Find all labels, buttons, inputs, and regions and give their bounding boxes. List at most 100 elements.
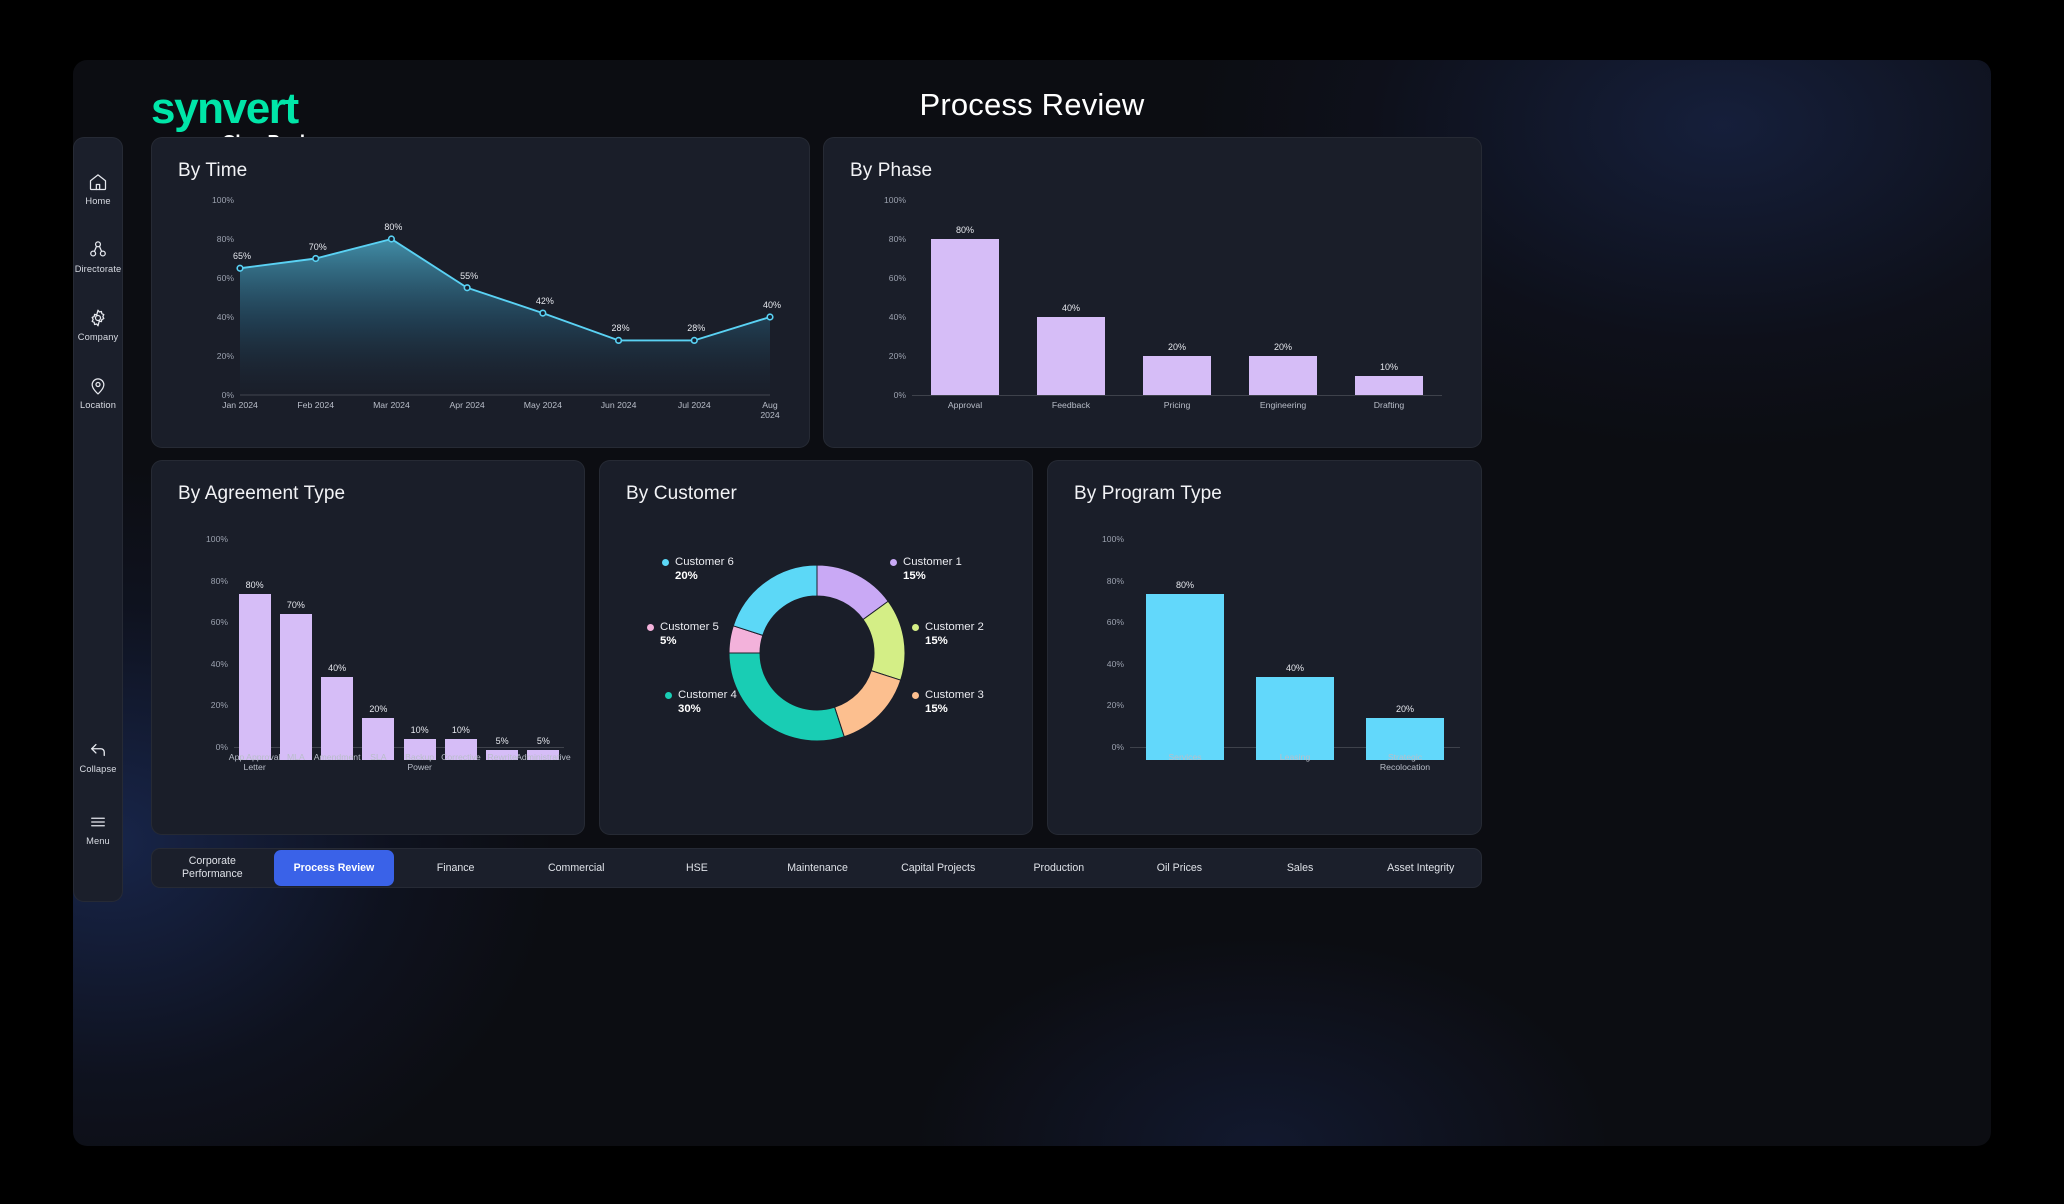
bar-chart-by-agreement-type: 80% 70% 40% 20% 10% 10% 5% 5%	[234, 539, 564, 760]
data-point-label: 70%	[308, 241, 327, 252]
x-axis-tick: Drafting	[1373, 400, 1405, 410]
data-point-marker[interactable]	[463, 284, 471, 292]
bar-value-label: 40%	[1061, 303, 1081, 313]
y-axis-tick: 60%	[1106, 617, 1124, 628]
y-axis-tick: 80%	[216, 234, 234, 244]
x-axis-tick: Mar 2024	[373, 400, 410, 410]
tab-label: Finance	[436, 861, 475, 874]
sidebar-item-home[interactable]: Home	[74, 165, 122, 213]
bar[interactable]: 20%	[1143, 342, 1211, 395]
legend-item[interactable]: Customer 5 5%	[647, 621, 719, 647]
bar[interactable]: 40%	[1256, 663, 1334, 760]
tab-label: Maintenance	[787, 861, 848, 874]
x-axis-tick: Apr 2024	[449, 400, 485, 410]
y-axis-tick: 40%	[216, 312, 234, 322]
bar[interactable]: 40%	[1037, 303, 1105, 395]
y-axis-tick: 60%	[888, 273, 906, 283]
bar[interactable]: 20%	[1249, 342, 1317, 395]
tab-label: HSE	[685, 861, 708, 874]
legend-item[interactable]: Customer 1 15%	[890, 556, 962, 582]
bar-value-label: 10%	[410, 725, 429, 736]
x-axis-tick: Jul 2024	[677, 400, 711, 410]
data-point-marker[interactable]	[387, 235, 396, 243]
tab-production[interactable]: Production	[998, 850, 1119, 886]
sidebar-item-collapse[interactable]: Collapse	[74, 733, 122, 781]
bar-value-label: 20%	[1395, 704, 1415, 715]
dashboard-window: synvert ClearPeaks Process Review Home	[73, 60, 1991, 1146]
tab-capital-projects[interactable]: Capital Projects	[878, 850, 999, 886]
sidebar-item-menu[interactable]: Menu	[74, 805, 122, 853]
data-point-marker[interactable]	[539, 309, 547, 317]
legend-value: 15%	[925, 635, 948, 647]
legend-item[interactable]: Customer 3 15%	[912, 689, 984, 715]
legend-color-dot	[647, 623, 654, 631]
x-axis-tick: May 2024	[523, 400, 562, 410]
tab-asset-integrity[interactable]: Asset Integrity	[1360, 850, 1481, 886]
bar-value-label: 5%	[536, 735, 550, 746]
sidebar-item-directorate[interactable]: Directorate	[74, 233, 122, 281]
tab-label: Process Review	[293, 861, 375, 874]
home-icon	[88, 172, 108, 192]
sidebar-item-label: Menu	[86, 836, 110, 846]
data-point-marker[interactable]	[236, 264, 244, 272]
tab-finance[interactable]: Finance	[395, 850, 516, 886]
data-point-marker[interactable]	[766, 313, 774, 321]
x-axis-line	[912, 395, 1442, 396]
bar-value-label: 40%	[328, 662, 347, 673]
bar-chart-by-program-type: 80% 40% 20%	[1130, 539, 1460, 760]
tab-hse[interactable]: HSE	[637, 850, 758, 886]
data-point-marker[interactable]	[312, 254, 320, 263]
x-axis-tick: Aug 2024	[760, 400, 780, 420]
tab-process-review[interactable]: Process Review	[273, 850, 395, 886]
bar-value-label: 5%	[495, 735, 509, 746]
tab-label: Asset Integrity	[1387, 861, 1455, 874]
sidebar-item-company[interactable]: Company	[74, 301, 122, 349]
x-axis-tick: Jun 2024	[600, 400, 637, 410]
card-by-phase: By Phase 80% 40% 20% 20% 10% 0% 20% 40% 60% 80% 1…	[823, 137, 1482, 448]
data-point-label: 42%	[535, 296, 554, 307]
tab-oil-prices[interactable]: Oil Prices	[1119, 850, 1240, 886]
data-point-marker[interactable]	[614, 336, 623, 344]
x-axis-tick: Services	[1168, 752, 1202, 762]
y-axis-tick: 20%	[1106, 700, 1124, 711]
tab-maintenance[interactable]: Maintenance	[757, 850, 878, 886]
legend-item[interactable]: Customer 2 15%	[912, 621, 984, 647]
bar[interactable]: 80%	[238, 580, 271, 760]
arrow-left-icon	[88, 740, 108, 760]
sidebar-item-label: Collapse	[79, 764, 117, 774]
y-axis-tick: 100%	[884, 195, 906, 205]
bar[interactable]: 70%	[279, 600, 312, 760]
sidebar-item-location[interactable]: Location	[74, 369, 122, 417]
data-point-label: 28%	[687, 323, 706, 334]
tab-label: Capital Projects	[901, 861, 976, 874]
sidebar-item-label: Home	[85, 196, 111, 206]
gear-icon	[88, 308, 108, 328]
bar-value-label: 70%	[286, 600, 305, 611]
legend-color-dot	[665, 691, 672, 699]
legend-value: 5%	[660, 635, 677, 647]
tab-commercial[interactable]: Commercial	[516, 850, 637, 886]
card-by-program-type: By Program Type 80% 40% 20% 0% 20% 40% 60% 80%…	[1047, 460, 1482, 835]
card-by-time: By Time 65% 70% 80% 55% 42% 28% 28% 40% 0% 20% 40…	[151, 137, 810, 448]
legend-item[interactable]: Customer 4 30%	[665, 689, 737, 715]
bar[interactable]: 10%	[1355, 362, 1423, 395]
bar[interactable]: 80%	[1146, 580, 1224, 760]
y-axis-labels: 0% 20% 40% 60% 80% 100%	[1062, 534, 1124, 752]
sidebar: Home Directorate Company Location Collap…	[73, 137, 123, 902]
card-by-agreement-type: By Agreement Type 80% 70% 40% 20% 10% 10% 5% 5%…	[151, 460, 585, 835]
bar[interactable]: 40%	[321, 663, 354, 760]
data-point-label: 40%	[762, 300, 782, 310]
tab-label: Sales	[1286, 861, 1314, 874]
sidebar-top-group: Home Directorate Company Location	[74, 165, 122, 417]
tab-corporate-performance[interactable]: Corporate Performance	[152, 850, 273, 886]
bar[interactable]: 80%	[931, 225, 999, 395]
tab-sales[interactable]: Sales	[1240, 850, 1361, 886]
x-axis-tick: Jan 2024	[222, 400, 258, 410]
y-axis-tick: 40%	[888, 312, 906, 322]
tab-label: Production	[1033, 861, 1085, 874]
data-point-marker[interactable]	[690, 336, 698, 344]
x-axis-tick: Leasing	[1279, 752, 1311, 762]
legend-item[interactable]: Customer 6 20%	[662, 556, 734, 582]
bar-value-label: 20%	[1167, 342, 1187, 352]
sidebar-item-label: Directorate	[74, 264, 122, 274]
